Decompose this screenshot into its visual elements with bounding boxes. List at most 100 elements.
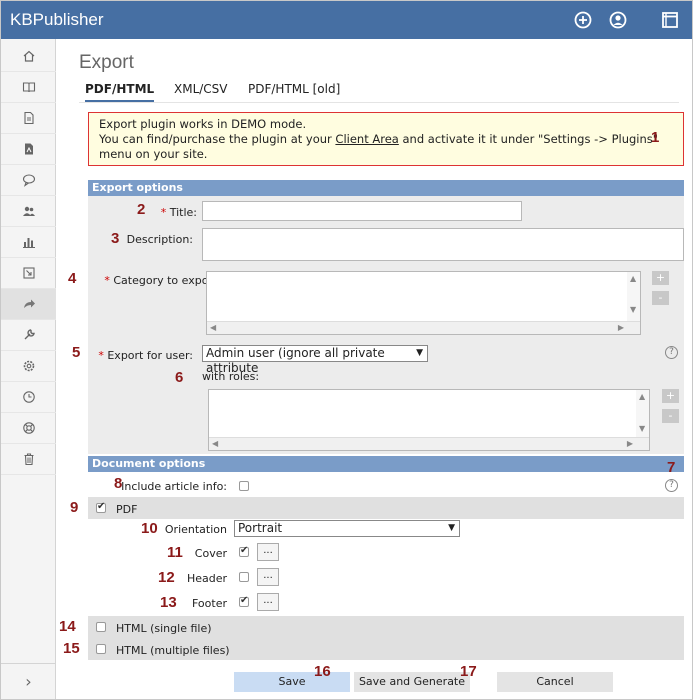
roles-add-button[interactable]: + — [662, 389, 679, 403]
sidebar-item-reports[interactable] — [1, 227, 56, 258]
header-label: Header — [186, 572, 227, 585]
window-icon[interactable] — [660, 10, 680, 30]
annotation-1: 1 — [651, 129, 660, 146]
category-label-text: Category to export: — [113, 274, 221, 287]
notice-line-2: You can find/purchase the plugin at your… — [99, 132, 673, 147]
users-icon — [22, 206, 35, 216]
footer-options-button[interactable]: ... — [257, 593, 279, 611]
chevron-down-icon: ▼ — [416, 348, 423, 358]
import-icon — [22, 267, 35, 279]
main-content: Export PDF/HTML XML/CSV PDF/HTML [old] E… — [57, 39, 692, 699]
help-icon[interactable]: ? — [665, 479, 678, 492]
category-add-button[interactable]: + — [652, 271, 669, 285]
category-label: * Category to export: — [67, 274, 221, 287]
html-multiple-checkbox[interactable] — [96, 644, 106, 654]
annotation-9: 9 — [70, 499, 79, 516]
sidebar-item-home[interactable] — [1, 41, 56, 72]
annotation-5: 5 — [72, 344, 81, 361]
book-icon — [22, 82, 35, 93]
orientation-label: Orientation — [164, 523, 227, 536]
sidebar-item-settings[interactable] — [1, 351, 56, 382]
cancel-button[interactable]: Cancel — [497, 672, 613, 692]
description-textarea[interactable] — [202, 228, 684, 261]
sidebar-item-trash[interactable] — [1, 444, 56, 475]
save-button[interactable]: Save — [234, 672, 350, 692]
tab-pdf-html[interactable]: PDF/HTML — [85, 82, 155, 103]
roles-remove-button[interactable]: - — [662, 409, 679, 423]
sidebar-item-help[interactable] — [1, 413, 56, 444]
roles-listbox[interactable]: ▲ ▼ ◀ ▶ — [208, 389, 650, 451]
sidebar-item-logs[interactable] — [1, 382, 56, 413]
clock-icon — [22, 391, 35, 403]
annotation-16: 16 — [314, 663, 331, 680]
app-logo: KBPublisher — [10, 10, 104, 29]
roles-hscrollbar[interactable]: ◀ ▶ — [209, 437, 649, 450]
orientation-select[interactable]: Portrait ▼ — [234, 520, 460, 537]
pdf-row — [88, 497, 684, 519]
annotation-6: 6 — [175, 369, 184, 386]
header-checkbox[interactable] — [239, 572, 249, 582]
title-input[interactable] — [202, 201, 522, 221]
tab-pdf-html-old[interactable]: PDF/HTML [old] — [248, 82, 340, 100]
include-article-info-checkbox[interactable] — [239, 481, 249, 491]
sidebar-item-import[interactable] — [1, 258, 56, 289]
sidebar-item-documents[interactable] — [1, 134, 56, 165]
annotation-12: 12 — [158, 569, 175, 586]
title-label-text: Title: — [169, 206, 197, 219]
home-icon — [23, 50, 34, 62]
required-mark: * — [160, 206, 167, 219]
category-listbox[interactable]: ▲ ▼ ◀ ▶ — [206, 271, 641, 335]
category-remove-button[interactable]: - — [652, 291, 669, 305]
notice-line-3: menu on your site. — [99, 147, 208, 161]
footer-checkbox[interactable] — [239, 595, 249, 607]
annotation-11: 11 — [167, 544, 183, 561]
top-bar: KBPublisher — [1, 1, 692, 39]
annotation-15: 15 — [63, 640, 80, 657]
save-and-generate-button[interactable]: Save and Generate — [354, 672, 470, 692]
gear-icon — [23, 360, 34, 372]
export-for-user-label: * Export for user: — [97, 349, 193, 362]
tab-xml-csv[interactable]: XML/CSV — [174, 82, 228, 100]
sidebar-item-files[interactable] — [1, 103, 56, 134]
pdf-label: PDF — [116, 503, 138, 516]
plus-circle-icon[interactable] — [573, 10, 593, 30]
lifebuoy-icon — [22, 422, 35, 434]
sidebar-expand-button[interactable]: › — [1, 663, 56, 699]
help-icon[interactable]: ? — [665, 346, 678, 359]
sidebar-item-knowledgebase[interactable] — [1, 72, 56, 103]
html-single-label: HTML (single file) — [116, 622, 212, 635]
sidebar-item-users[interactable] — [1, 196, 56, 227]
cover-options-button[interactable]: ... — [257, 543, 279, 561]
cover-checkbox[interactable] — [239, 545, 249, 557]
app-window: KBPublisher › Export PDF/HTML XML/CSV PD… — [0, 0, 693, 700]
chevron-right-icon: › — [25, 672, 32, 691]
html-multiple-label: HTML (multiple files) — [116, 644, 230, 657]
orientation-value: Portrait — [238, 521, 283, 535]
sidebar-item-tools[interactable] — [1, 320, 56, 351]
sidebar-item-comments[interactable] — [1, 165, 56, 196]
annotation-7: 7 — [667, 459, 676, 476]
html-single-checkbox[interactable] — [96, 622, 106, 632]
annotation-8: 8 — [114, 475, 123, 492]
annotation-14: 14 — [59, 618, 76, 635]
file-pdf-icon — [24, 143, 33, 155]
annotation-17: 17 — [460, 663, 477, 680]
title-label: * Title: — [117, 206, 197, 219]
export-arrow-icon — [23, 299, 35, 308]
sidebar-item-export[interactable] — [1, 289, 56, 320]
user-icon[interactable] — [608, 10, 628, 30]
annotation-2: 2 — [137, 201, 146, 218]
pdf-checkbox[interactable] — [96, 501, 106, 513]
export-for-user-label-text: Export for user: — [107, 349, 193, 362]
chevron-down-icon: ▼ — [448, 523, 455, 533]
category-hscrollbar[interactable]: ◀ ▶ — [207, 321, 640, 334]
wrench-icon — [24, 329, 35, 340]
export-for-user-select[interactable]: Admin user (ignore all private attribute… — [202, 345, 428, 375]
annotation-3: 3 — [111, 230, 120, 247]
annotation-4: 4 — [68, 270, 77, 287]
header-options-button[interactable]: ... — [257, 568, 279, 586]
demo-notice: Export plugin works in DEMO mode. You ca… — [88, 112, 684, 166]
tabs-divider — [79, 102, 679, 103]
notice-line-1: Export plugin works in DEMO mode. — [99, 117, 307, 131]
client-area-link[interactable]: Client Area — [335, 132, 398, 146]
